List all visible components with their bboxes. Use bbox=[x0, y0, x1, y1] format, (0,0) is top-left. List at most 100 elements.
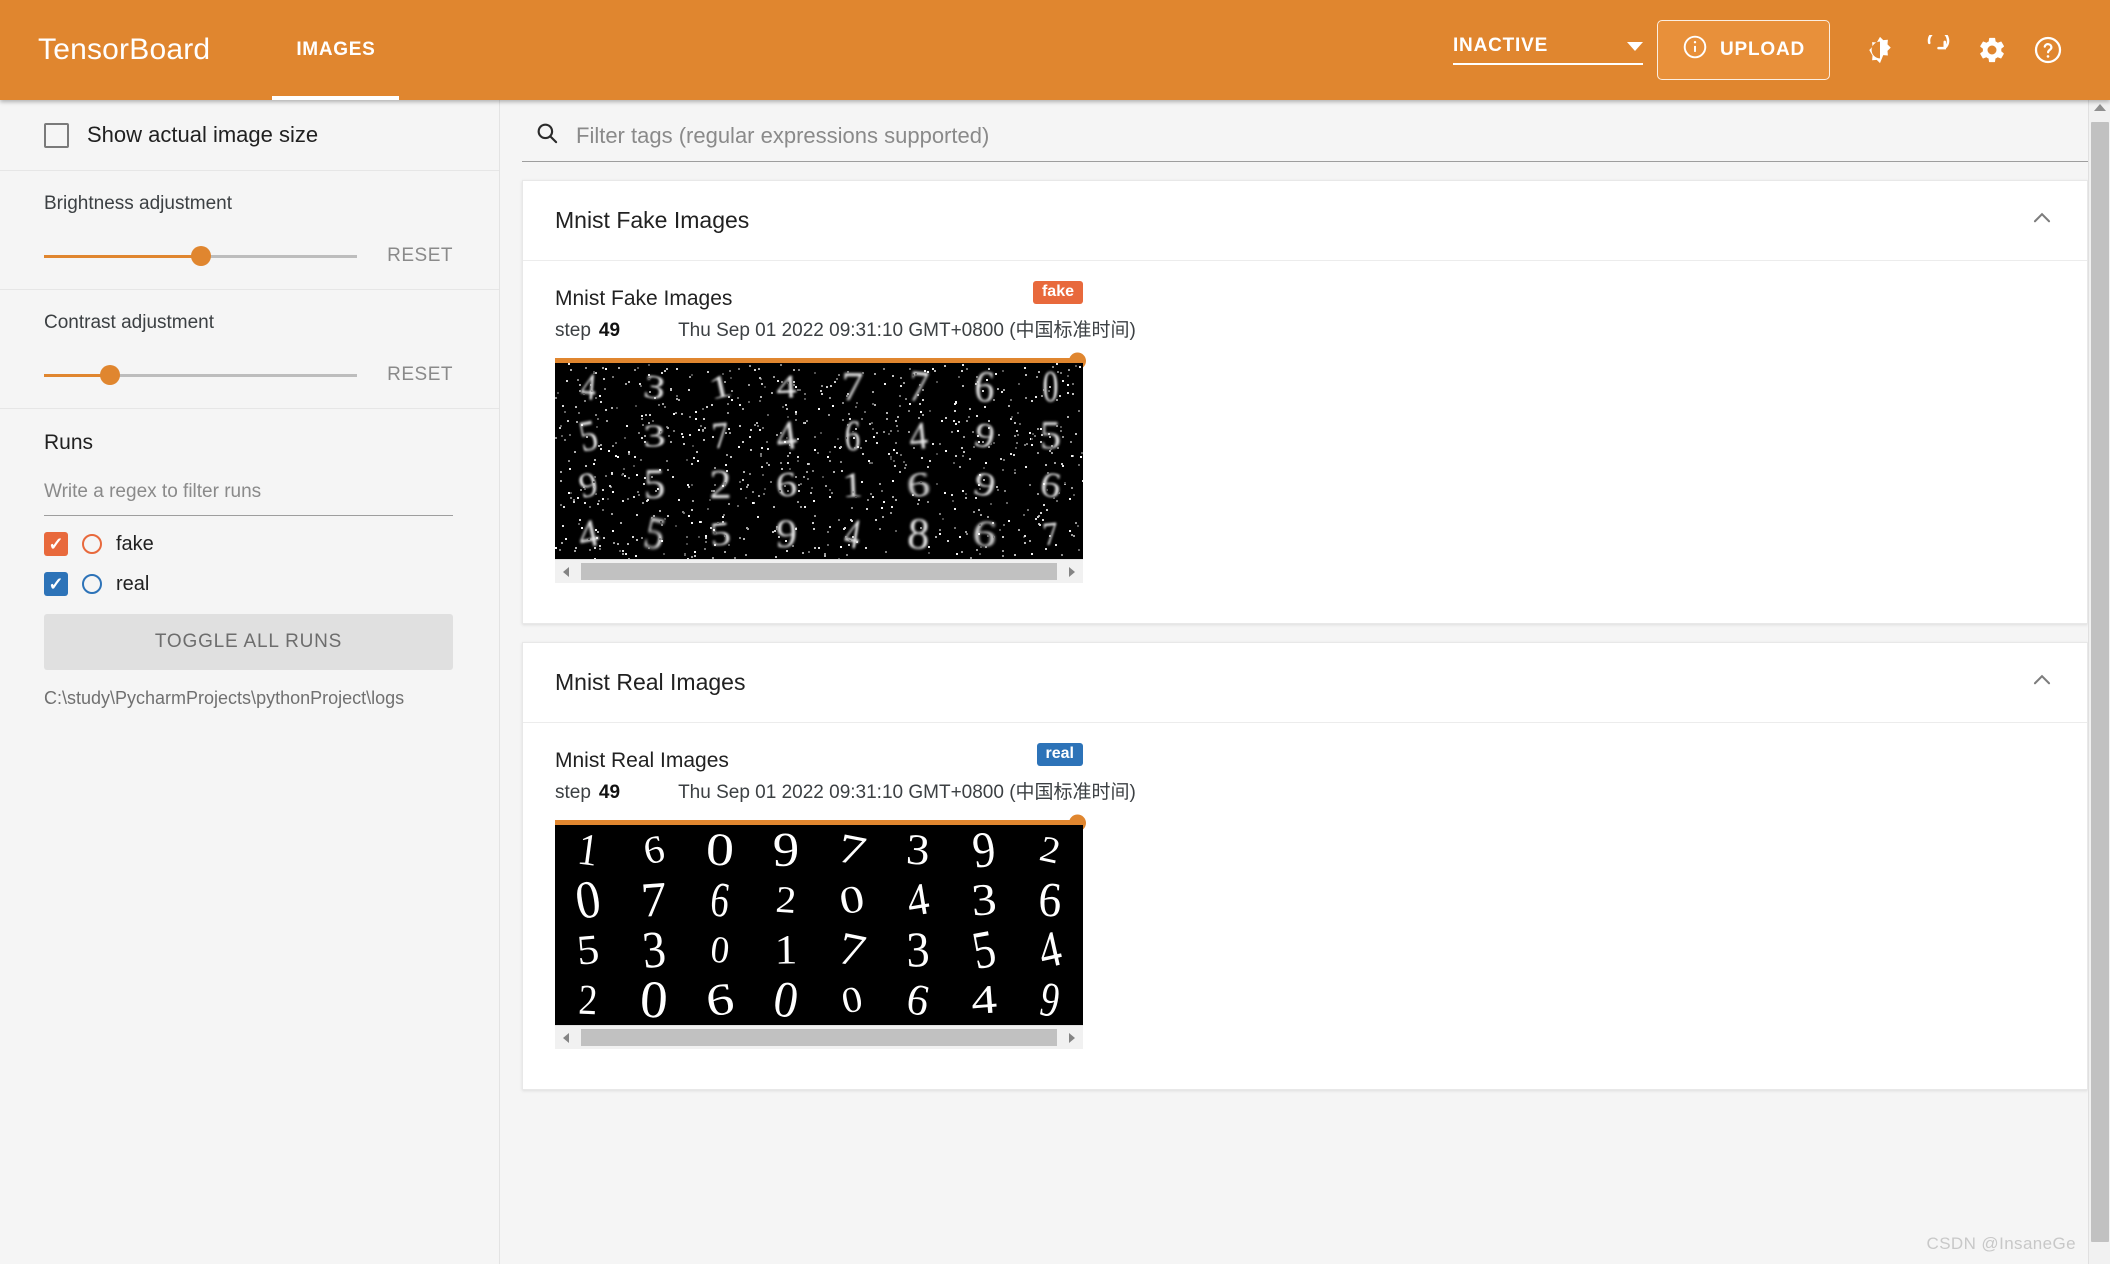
mnist-digit: 6 bbox=[773, 465, 799, 505]
mnist-digit: 1 bbox=[705, 367, 735, 407]
chevron-up-icon[interactable] bbox=[2029, 667, 2055, 698]
brightness-icon[interactable] bbox=[1852, 22, 1908, 78]
mnist-digit: 4 bbox=[969, 975, 999, 1024]
horizontal-scrollbar-thumb[interactable] bbox=[581, 563, 1057, 580]
brightness-slider-thumb[interactable] bbox=[190, 246, 211, 266]
step-timestamp: Thu Sep 01 2022 09:31:10 GMT+0800 (中国标准时… bbox=[678, 320, 1136, 341]
image-title: Mnist Real Images bbox=[555, 749, 729, 772]
app-body: Show actual image size Brightness adjust… bbox=[0, 100, 2110, 1264]
run-badge: fake bbox=[1032, 281, 1083, 304]
tab-images[interactable]: IMAGES bbox=[272, 0, 400, 100]
mnist-digit-cell: 0 bbox=[687, 825, 753, 876]
mnist-digit: 7 bbox=[639, 870, 669, 928]
run-badge: real bbox=[1036, 743, 1083, 766]
scroll-right-arrow-icon[interactable] bbox=[1059, 566, 1083, 578]
image-horizontal-scrollbar[interactable] bbox=[555, 1025, 1083, 1049]
mnist-digit: 7 bbox=[840, 364, 864, 410]
app-brand: TensorBoard bbox=[38, 33, 211, 66]
contrast-reset-button[interactable]: RESET bbox=[387, 364, 453, 386]
run-checkbox-fake[interactable]: ✓ bbox=[44, 532, 68, 556]
sidebar-section-contrast: Contrast adjustment RESET bbox=[0, 290, 499, 409]
upload-button[interactable]: UPLOAD bbox=[1656, 20, 1830, 80]
mnist-digit-cell: 0 bbox=[555, 868, 621, 932]
mnist-digit: 6 bbox=[1036, 871, 1064, 928]
chevron-up-icon[interactable] bbox=[2029, 205, 2055, 236]
runs-title: Runs bbox=[44, 431, 94, 454]
scroll-up-arrow-icon[interactable] bbox=[2093, 104, 2106, 111]
mnist-digit-cell: 2 bbox=[687, 461, 753, 510]
mnist-digit-cell: 0 bbox=[819, 875, 885, 925]
mnist-digit-cell: 4 bbox=[951, 975, 1017, 1025]
runs-filter-input[interactable] bbox=[44, 481, 453, 516]
scroll-left-arrow-icon[interactable] bbox=[555, 566, 579, 578]
mnist-digit: 6 bbox=[905, 464, 931, 506]
horizontal-scrollbar-thumb[interactable] bbox=[581, 1029, 1057, 1046]
upload-button-label: UPLOAD bbox=[1719, 39, 1805, 60]
mnist-digit: 0 bbox=[1041, 363, 1059, 411]
mnist-digit-cell: 5 bbox=[687, 510, 753, 559]
toggle-all-runs-button[interactable]: TOGGLE ALL RUNS bbox=[44, 614, 453, 670]
scrollbar-thumb[interactable] bbox=[2091, 122, 2109, 1242]
mnist-digit: 5 bbox=[638, 507, 670, 559]
mnist-digit-cell: 5 bbox=[1017, 412, 1083, 461]
page-vertical-scrollbar[interactable] bbox=[2088, 100, 2110, 1264]
run-color-dot-fake[interactable] bbox=[82, 534, 102, 554]
card-header[interactable]: Mnist Real Images bbox=[523, 643, 2087, 723]
logdir-path: C:\study\PycharmProjects\pythonProject\l… bbox=[44, 688, 405, 708]
refresh-icon[interactable] bbox=[1908, 22, 1964, 78]
contrast-slider-thumb[interactable] bbox=[99, 365, 120, 385]
mnist-digit: 7 bbox=[1040, 515, 1060, 553]
contrast-slider[interactable] bbox=[44, 365, 358, 385]
brightness-reset-button[interactable]: RESET bbox=[387, 245, 453, 267]
run-item-real[interactable]: ✓ real bbox=[44, 572, 453, 596]
scroll-right-arrow-icon[interactable] bbox=[1059, 1032, 1083, 1044]
step-label: step bbox=[555, 320, 591, 341]
mnist-digit-cell: 6 bbox=[1017, 871, 1083, 928]
mnist-digit-cell: 0 bbox=[687, 925, 753, 975]
image-horizontal-scrollbar[interactable] bbox=[555, 559, 1083, 583]
mnist-digit-cell: 5 bbox=[621, 507, 687, 559]
card-header-title: Mnist Real Images bbox=[555, 669, 746, 695]
show-actual-image-size-checkbox[interactable]: Show actual image size bbox=[44, 122, 453, 148]
checkbox-box-icon bbox=[44, 122, 69, 148]
mnist-digit-cell: 1 bbox=[753, 925, 819, 975]
run-checkbox-real[interactable]: ✓ bbox=[44, 572, 68, 596]
mnist-digit-cell: 4 bbox=[555, 510, 621, 559]
mnist-digit-cell: 9 bbox=[555, 461, 621, 510]
mnist-digit-cell: 1 bbox=[819, 461, 885, 510]
mnist-digit-cell: 0 bbox=[1017, 363, 1083, 412]
brightness-slider[interactable] bbox=[44, 246, 358, 266]
mnist-digit: 4 bbox=[1033, 919, 1067, 980]
mnist-digit: 5 bbox=[574, 924, 602, 974]
run-status-select[interactable]: INACTIVE bbox=[1452, 35, 1643, 65]
mnist-digit: 1 bbox=[574, 825, 602, 876]
scroll-left-arrow-icon[interactable] bbox=[555, 1032, 579, 1044]
mnist-digit: 5 bbox=[642, 461, 666, 508]
mnist-digit-cell: 6 bbox=[951, 363, 1017, 412]
card-body: Mnist Real Images real step 49 Thu Sep 01 20… bbox=[523, 723, 2087, 1089]
mnist-digit: 7 bbox=[834, 825, 871, 876]
mnist-digit: 2 bbox=[577, 974, 599, 1024]
card-header[interactable]: Mnist Fake Images bbox=[523, 181, 2087, 261]
mnist-digit: 8 bbox=[905, 508, 931, 559]
app-header: TensorBoard IMAGES INACTIVE UPLOAD bbox=[0, 0, 2110, 100]
run-color-dot-real[interactable] bbox=[82, 574, 102, 594]
run-item-fake[interactable]: ✓ fake bbox=[44, 532, 453, 556]
mnist-digit-cell: 7 bbox=[621, 870, 687, 928]
run-label: fake bbox=[116, 532, 154, 555]
image-preview[interactable]: 16097392076204365301735420600649 bbox=[555, 825, 1083, 1025]
mnist-digit-cell: 0 bbox=[621, 969, 687, 1025]
mnist-digit: 3 bbox=[640, 367, 668, 407]
help-question-icon[interactable] bbox=[2020, 22, 2076, 78]
image-preview[interactable]: 43147760537464959526169645594867 bbox=[555, 363, 1083, 559]
mnist-digit: 0 bbox=[769, 968, 803, 1025]
mnist-digit-cell: 3 bbox=[621, 919, 687, 980]
settings-gear-icon[interactable] bbox=[1964, 22, 2020, 78]
image-title: Mnist Fake Images bbox=[555, 287, 733, 310]
mnist-digit-cell: 3 bbox=[621, 412, 687, 461]
mnist-digit: 6 bbox=[702, 972, 738, 1025]
mnist-digit: 5 bbox=[967, 917, 1001, 982]
mnist-digit-cell: 3 bbox=[885, 825, 951, 875]
mnist-digit: 6 bbox=[972, 363, 996, 412]
tag-filter-input[interactable] bbox=[574, 121, 2068, 150]
